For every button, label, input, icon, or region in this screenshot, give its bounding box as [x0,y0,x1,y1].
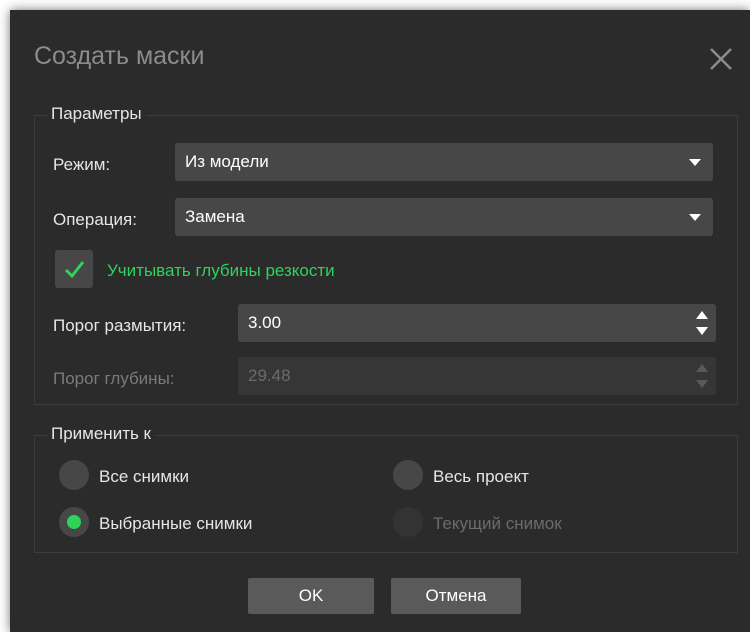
depth-threshold-spinbox: 29.48 [238,357,716,395]
mode-dropdown-value: Из модели [185,152,269,171]
operation-dropdown[interactable]: Замена [175,198,713,236]
close-icon[interactable] [706,44,736,74]
radio-label-selected-photos[interactable]: Выбранные снимки [99,514,252,534]
blur-threshold-value: 3.00 [248,313,282,332]
mode-label: Режим: [53,155,111,174]
parameters-group-title: Параметры [47,104,146,124]
radio-label-current-photo: Текущий снимок [433,514,562,533]
blur-threshold-label: Порог размытия: [53,316,187,335]
dialog-title: Создать маски [34,42,205,70]
mode-dropdown[interactable]: Из модели [175,143,713,181]
spin-arrows-icon[interactable] [696,311,708,335]
radio-selected-dot [67,515,81,529]
radio-label-all-photos[interactable]: Все снимки [99,467,189,487]
ok-button[interactable]: OK [248,578,374,614]
operation-dropdown-value: Замена [185,207,245,226]
chevron-down-icon [689,159,701,166]
operation-label: Операция: [53,210,137,229]
parameters-group: Параметры Режим: Из модели Операция: Зам… [34,104,738,405]
apply-to-group: Применить к Все снимки Весь проект Выбра… [34,424,738,553]
apply-to-group-title: Применить к [47,424,155,444]
chevron-down-icon [689,214,701,221]
radio-selected-photos[interactable] [59,507,89,537]
radio-whole-project[interactable] [393,460,423,490]
spin-arrows-icon [696,364,708,388]
depth-of-field-label[interactable]: Учитывать глубины резкости [107,261,335,281]
create-masks-dialog: Создать маски Параметры Режим: Из модели… [10,10,750,632]
radio-all-photos[interactable] [59,460,89,490]
depth-threshold-label: Порог глубины: [53,369,175,388]
cancel-button[interactable]: Отмена [391,578,521,614]
depth-threshold-value: 29.48 [248,366,291,385]
radio-current-photo [393,507,423,537]
radio-label-whole-project[interactable]: Весь проект [433,467,529,487]
check-icon [64,261,85,279]
blur-threshold-spinbox[interactable]: 3.00 [238,304,716,342]
depth-of-field-checkbox[interactable] [55,250,93,288]
